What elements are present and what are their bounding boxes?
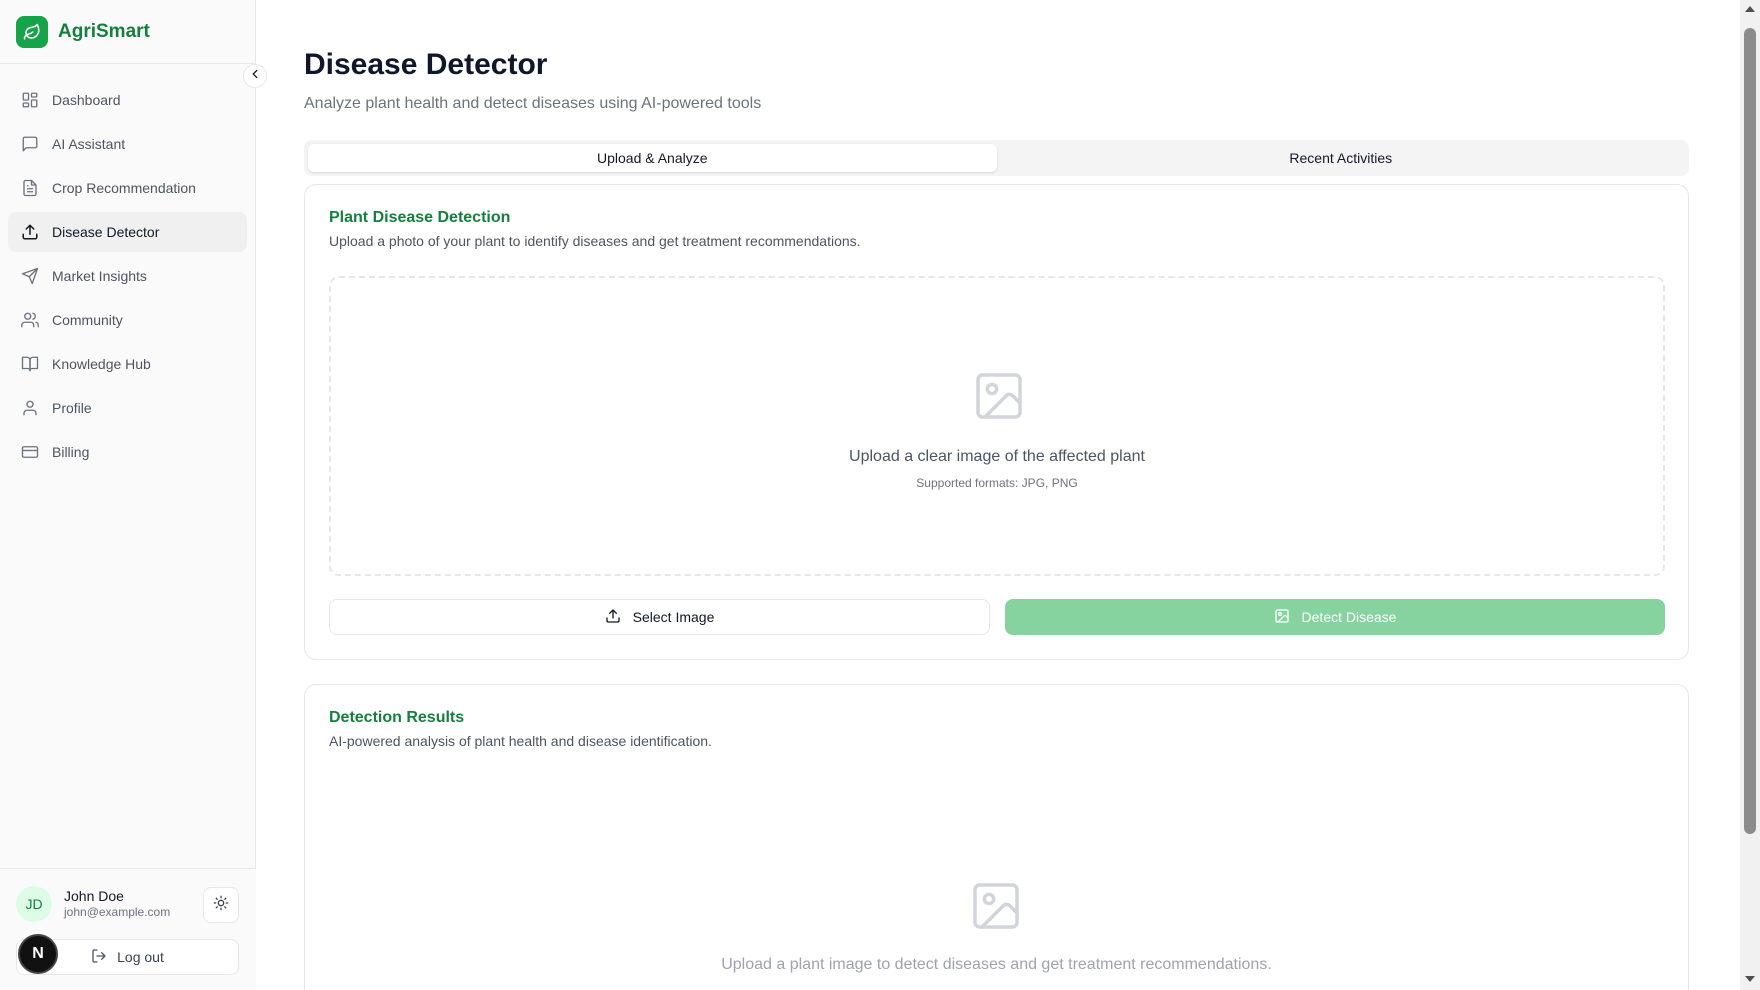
sidebar-item-dashboard[interactable]: Dashboard xyxy=(8,80,247,120)
image-icon xyxy=(971,368,1027,429)
dropzone-formats: Supported formats: JPG, PNG xyxy=(916,476,1078,490)
card-title: Detection Results xyxy=(329,709,465,726)
card-title: Plant Disease Detection xyxy=(329,209,511,226)
chevron-left-icon xyxy=(248,67,262,86)
select-image-label: Select Image xyxy=(632,609,715,625)
users-icon xyxy=(20,310,40,330)
page-title: Disease Detector xyxy=(304,48,548,81)
sidebar-item-profile[interactable]: Profile xyxy=(8,388,247,428)
sun-icon xyxy=(213,895,229,916)
sidebar: AgriSmart Dashboard AI Assistant Crop Re… xyxy=(0,0,256,990)
tab-upload-analyze[interactable]: Upload & Analyze xyxy=(308,144,997,172)
sidebar-item-label: Dashboard xyxy=(52,92,121,108)
scrollbar-thumb[interactable] xyxy=(1744,28,1756,834)
upload-icon xyxy=(605,608,633,627)
theme-toggle-button[interactable] xyxy=(203,887,239,923)
sidebar-item-community[interactable]: Community xyxy=(8,300,247,340)
tab-recent-activities[interactable]: Recent Activities xyxy=(997,144,1686,172)
next-dev-badge[interactable]: N xyxy=(18,934,58,974)
collapse-sidebar-button[interactable] xyxy=(243,64,267,88)
sidebar-item-label: Knowledge Hub xyxy=(52,356,151,372)
leaf-icon xyxy=(16,15,48,48)
user-name: John Doe xyxy=(64,888,124,904)
scroll-up-arrow-icon[interactable] xyxy=(1745,6,1755,12)
sidebar-item-disease-detector[interactable]: Disease Detector xyxy=(8,212,247,252)
detect-disease-label: Detect Disease xyxy=(1301,609,1397,625)
brand[interactable]: AgriSmart xyxy=(0,0,255,64)
book-open-icon xyxy=(20,354,40,374)
select-image-button[interactable]: Select Image xyxy=(329,599,990,635)
log-out-icon xyxy=(91,948,117,967)
page-scrollbar[interactable] xyxy=(1740,0,1760,990)
plant-disease-detection-card: Plant Disease Detection Upload a photo o… xyxy=(304,184,1689,660)
sidebar-item-label: Billing xyxy=(52,444,90,460)
card-description: Upload a photo of your plant to identify… xyxy=(329,233,861,249)
card-description: AI-powered analysis of plant health and … xyxy=(329,733,712,749)
scroll-down-arrow-icon[interactable] xyxy=(1745,976,1755,982)
dropzone-text: Upload a clear image of the affected pla… xyxy=(849,448,1145,465)
sidebar-item-label: Crop Recommendation xyxy=(52,180,196,196)
app-name: AgriSmart xyxy=(58,20,150,42)
main-content: Disease Detector Analyze plant health an… xyxy=(256,0,1740,990)
image-icon xyxy=(1274,608,1302,627)
user-email: john@example.com xyxy=(64,905,171,919)
sidebar-item-ai-assistant[interactable]: AI Assistant xyxy=(8,124,247,164)
tab-list: Upload & Analyze Recent Activities xyxy=(304,140,1689,176)
sidebar-item-label: Disease Detector xyxy=(52,224,160,240)
message-square-icon xyxy=(20,134,40,154)
detect-disease-button[interactable]: Detect Disease xyxy=(1005,599,1665,635)
credit-card-icon xyxy=(20,442,40,462)
sidebar-item-label: AI Assistant xyxy=(52,136,126,152)
upload-icon xyxy=(20,222,40,242)
results-empty-text: Upload a plant image to detect diseases … xyxy=(721,956,1272,973)
send-icon xyxy=(20,266,40,286)
user-icon xyxy=(20,398,40,418)
avatar[interactable]: JD xyxy=(16,886,52,922)
detection-results-card: Detection Results AI-powered analysis of… xyxy=(304,684,1689,990)
dashboard-icon xyxy=(20,90,40,110)
page-subtitle: Analyze plant health and detect diseases… xyxy=(304,95,762,112)
sidebar-nav: Dashboard AI Assistant Crop Recommendati… xyxy=(8,80,247,476)
image-icon xyxy=(968,878,1024,939)
sidebar-item-label: Profile xyxy=(52,400,92,416)
file-text-icon xyxy=(20,178,40,198)
sidebar-item-label: Market Insights xyxy=(52,268,147,284)
sidebar-item-label: Community xyxy=(52,312,123,328)
sidebar-item-billing[interactable]: Billing xyxy=(8,432,247,472)
image-dropzone[interactable]: Upload a clear image of the affected pla… xyxy=(329,276,1665,576)
sidebar-item-knowledge-hub[interactable]: Knowledge Hub xyxy=(8,344,247,384)
sidebar-item-market-insights[interactable]: Market Insights xyxy=(8,256,247,296)
logout-label: Log out xyxy=(117,949,164,965)
sidebar-item-crop-recommendation[interactable]: Crop Recommendation xyxy=(8,168,247,208)
